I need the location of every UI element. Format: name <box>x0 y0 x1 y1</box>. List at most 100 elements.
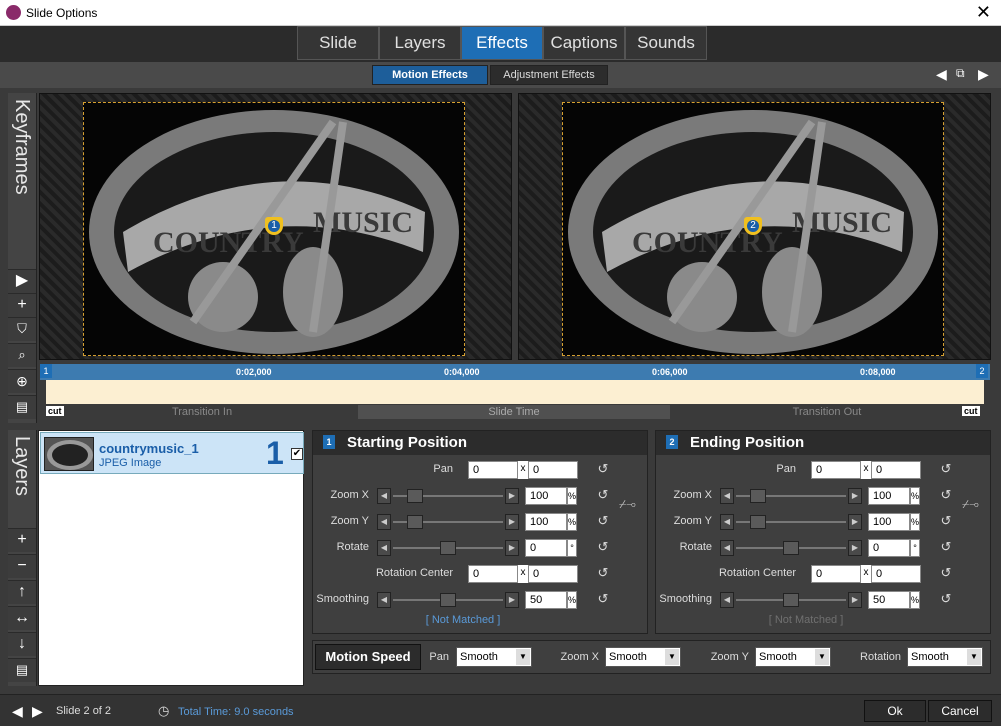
timeline-end-flag[interactable]: 2 <box>976 364 988 378</box>
end-zoom-x-slider[interactable]: ◀ ▶ <box>720 487 862 505</box>
link-zoom-icon[interactable]: ⌿⊸ <box>962 497 979 512</box>
tab-adjustment-effects[interactable]: Adjustment Effects <box>490 65 608 85</box>
slider-thumb[interactable] <box>407 515 423 529</box>
add-layer-icon[interactable]: + <box>8 528 36 552</box>
tab-effects[interactable]: Effects <box>461 26 543 60</box>
slider-right-icon[interactable]: ▶ <box>505 488 519 504</box>
end-smoothing-slider[interactable]: ◀ ▶ <box>720 591 862 609</box>
start-pan-y-input[interactable]: 0 <box>528 461 578 479</box>
cut-in-label[interactable]: cut <box>46 406 64 416</box>
ok-button[interactable]: Ok <box>864 700 926 722</box>
slider-left-icon[interactable]: ◀ <box>377 592 391 608</box>
timeline-track[interactable] <box>46 380 984 404</box>
slider-thumb[interactable] <box>407 489 423 503</box>
slider-thumb[interactable] <box>440 541 456 555</box>
start-preview[interactable]: COUNTRY MUSIC 1 <box>39 93 512 360</box>
start-zoom-y-slider[interactable]: ◀ ▶ <box>377 513 519 531</box>
reset-icon[interactable]: ↺ <box>938 539 954 555</box>
end-zoom-x-input[interactable]: 100 <box>868 487 910 505</box>
not-matched-link[interactable]: [ Not Matched ] <box>393 614 533 626</box>
tab-motion-effects[interactable]: Motion Effects <box>372 65 488 85</box>
reset-icon[interactable]: ↺ <box>938 591 954 607</box>
start-smoothing-slider[interactable]: ◀ ▶ <box>377 591 519 609</box>
zoom-y-speed-select[interactable]: Smooth ▼ <box>755 647 831 667</box>
slider-left-icon[interactable]: ◀ <box>377 514 391 530</box>
slider-left-icon[interactable]: ◀ <box>720 488 734 504</box>
slider-thumb[interactable] <box>440 593 456 607</box>
slider-right-icon[interactable]: ▶ <box>505 592 519 608</box>
move-up-icon[interactable]: ↑ <box>8 580 36 604</box>
start-pan-x-input[interactable]: 0 <box>468 461 518 479</box>
reset-icon[interactable]: ↺ <box>595 461 611 477</box>
end-smoothing-input[interactable]: 50 <box>868 591 910 609</box>
play-icon[interactable]: ▶ <box>8 269 36 293</box>
arrow-left-icon[interactable]: ◀ <box>936 66 947 83</box>
prev-slide-icon[interactable]: ◀ <box>12 703 23 720</box>
link-zoom-icon[interactable]: ⌿⊸ <box>619 497 636 512</box>
swap-icon[interactable]: ↔ <box>8 606 36 630</box>
cut-out-label[interactable]: cut <box>962 406 980 416</box>
end-rotation-center-y-input[interactable]: 0 <box>871 565 921 583</box>
tab-slide[interactable]: Slide <box>297 26 379 60</box>
pan-speed-select[interactable]: Smooth ▼ <box>456 647 532 667</box>
slider-thumb[interactable] <box>783 541 799 555</box>
reset-icon[interactable]: ↺ <box>938 461 954 477</box>
keyframe-edit-icon[interactable]: ⛉ <box>8 317 36 341</box>
slider-right-icon[interactable]: ▶ <box>848 488 862 504</box>
select-icon[interactable]: ▤ <box>8 395 36 419</box>
tab-captions[interactable]: Captions <box>543 26 625 60</box>
copy-icon[interactable]: ⧉ <box>956 66 965 81</box>
reset-icon[interactable]: ↺ <box>595 539 611 555</box>
start-zoom-x-slider[interactable]: ◀ ▶ <box>377 487 519 505</box>
end-pan-x-input[interactable]: 0 <box>811 461 861 479</box>
end-zoom-y-input[interactable]: 100 <box>868 513 910 531</box>
cancel-button[interactable]: Cancel <box>928 700 992 722</box>
start-smoothing-input[interactable]: 50 <box>525 591 567 609</box>
end-rotate-slider[interactable]: ◀ ▶ <box>720 539 862 557</box>
start-keyframe-marker[interactable]: 1 <box>265 217 283 235</box>
tab-layers[interactable]: Layers <box>379 26 461 60</box>
slider-right-icon[interactable]: ▶ <box>505 540 519 556</box>
start-zoom-x-input[interactable]: 100 <box>525 487 567 505</box>
end-preview[interactable]: COUNTRY MUSIC 2 <box>518 93 991 360</box>
rotation-speed-select[interactable]: Smooth ▼ <box>907 647 983 667</box>
reset-icon[interactable]: ↺ <box>938 513 954 529</box>
slide-time-segment[interactable]: Slide Time <box>358 405 670 419</box>
add-keyframe-icon[interactable]: + <box>8 293 36 317</box>
slider-left-icon[interactable]: ◀ <box>377 540 391 556</box>
slider-left-icon[interactable]: ◀ <box>377 488 391 504</box>
start-rotation-center-y-input[interactable]: 0 <box>528 565 578 583</box>
end-rotation-center-x-input[interactable]: 0 <box>811 565 861 583</box>
next-slide-icon[interactable]: ▶ <box>32 703 43 720</box>
start-zoom-y-input[interactable]: 100 <box>525 513 567 531</box>
slider-right-icon[interactable]: ▶ <box>848 592 862 608</box>
zoom-icon[interactable]: ⊕ <box>8 369 36 393</box>
zoom-x-speed-select[interactable]: Smooth ▼ <box>605 647 681 667</box>
reset-icon[interactable]: ↺ <box>938 487 954 503</box>
reset-icon[interactable]: ↺ <box>595 565 611 581</box>
end-rotate-input[interactable]: 0 <box>868 539 910 557</box>
tab-sounds[interactable]: Sounds <box>625 26 707 60</box>
timeline-start-flag[interactable]: 1 <box>40 364 52 378</box>
slider-left-icon[interactable]: ◀ <box>720 540 734 556</box>
slider-right-icon[interactable]: ▶ <box>848 514 862 530</box>
start-rotation-center-x-input[interactable]: 0 <box>468 565 518 583</box>
slider-right-icon[interactable]: ▶ <box>848 540 862 556</box>
reset-icon[interactable]: ↺ <box>595 513 611 529</box>
slider-thumb[interactable] <box>750 515 766 529</box>
transition-out-segment[interactable]: Transition Out <box>670 405 984 419</box>
motion-speed-button[interactable]: Motion Speed <box>315 644 421 670</box>
reset-icon[interactable]: ↺ <box>938 565 954 581</box>
end-keyframe-marker[interactable]: 2 <box>744 217 762 235</box>
reset-icon[interactable]: ↺ <box>595 591 611 607</box>
keyframe-zoom-icon[interactable]: ⌕ <box>8 343 36 367</box>
slider-right-icon[interactable]: ▶ <box>505 514 519 530</box>
start-rotate-slider[interactable]: ◀ ▶ <box>377 539 519 557</box>
timeline[interactable]: 1 2 0:02,000 0:04,000 0:06,000 0:08,000 … <box>40 362 990 422</box>
end-pan-y-input[interactable]: 0 <box>871 461 921 479</box>
slider-left-icon[interactable]: ◀ <box>720 514 734 530</box>
slider-left-icon[interactable]: ◀ <box>720 592 734 608</box>
move-down-icon[interactable]: ↓ <box>8 632 36 656</box>
end-zoom-y-slider[interactable]: ◀ ▶ <box>720 513 862 531</box>
reset-icon[interactable]: ↺ <box>595 487 611 503</box>
